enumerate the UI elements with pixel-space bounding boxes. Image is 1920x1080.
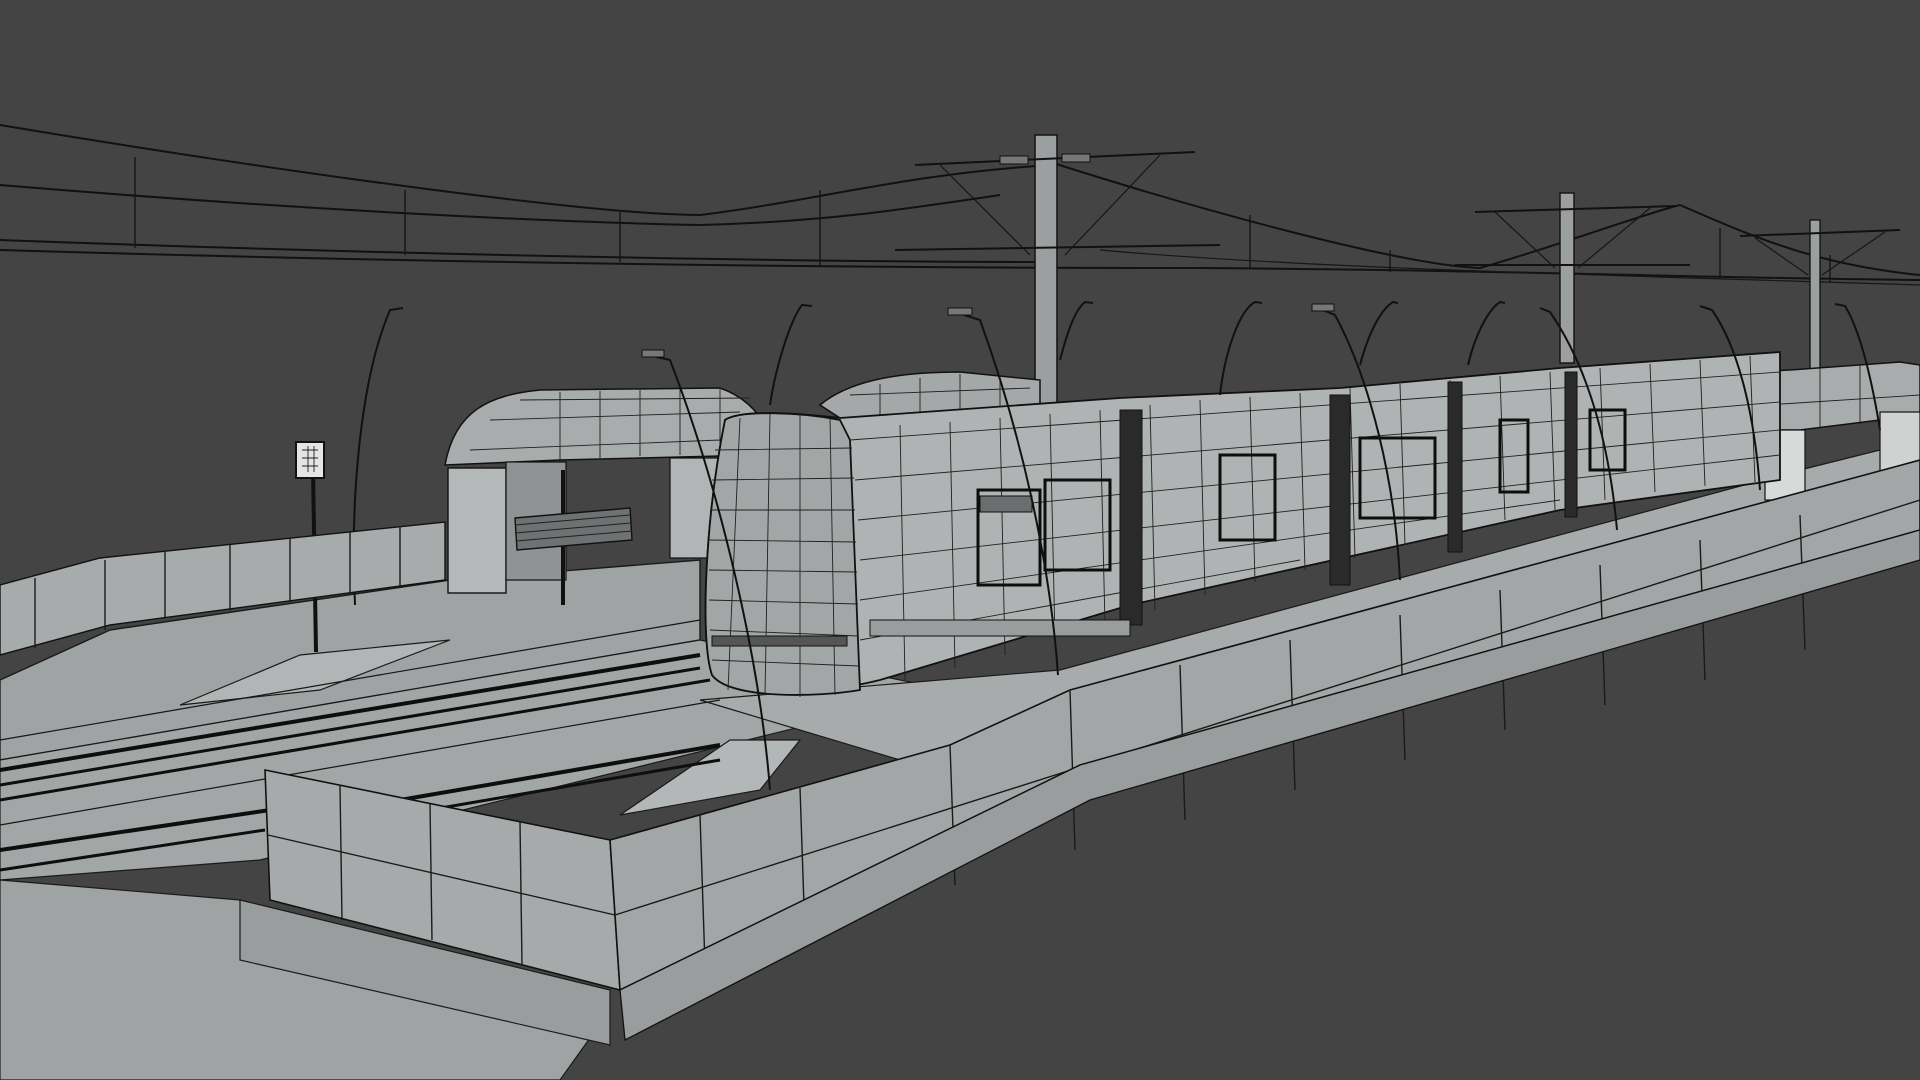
lamp-head — [1311, 303, 1335, 312]
tram-door — [1119, 409, 1143, 626]
tram-headlight-strip — [711, 635, 848, 647]
insulator — [1061, 153, 1091, 163]
tram-destination-display — [979, 495, 1033, 513]
catenary-pole — [1034, 134, 1058, 406]
3d-viewport-wireframe-render[interactable] — [0, 0, 1920, 1080]
stop-sign — [295, 441, 325, 479]
tram-skirt — [869, 619, 1131, 637]
insulator — [999, 155, 1029, 165]
tram-door — [1564, 371, 1578, 518]
catenary-pole — [1559, 192, 1575, 364]
lamp-head — [947, 307, 973, 316]
lamp-head — [641, 349, 665, 358]
tram-nose — [704, 412, 861, 696]
catenary-pole — [1809, 219, 1821, 371]
shelter-back-panel — [447, 467, 507, 594]
tram-door — [1329, 394, 1351, 586]
tram-door — [1447, 381, 1463, 553]
